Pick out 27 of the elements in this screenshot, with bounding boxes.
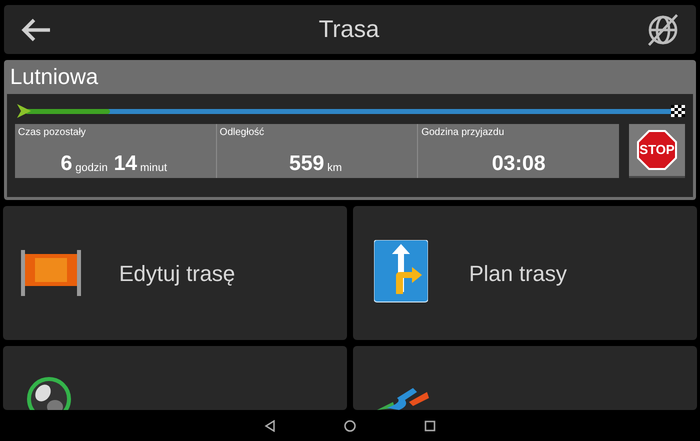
route-name: Lutniowa xyxy=(9,63,100,91)
back-icon[interactable] xyxy=(264,420,276,432)
stop-button[interactable]: STOP xyxy=(629,124,685,178)
recents-icon[interactable] xyxy=(424,420,436,432)
stat-value: 559 xyxy=(289,153,324,174)
stat-value: 6 xyxy=(60,153,72,174)
menu-tile[interactable] xyxy=(3,346,347,410)
stat-unit: km xyxy=(327,163,342,174)
crossed-globe-icon xyxy=(646,12,680,46)
window-title: Trasa xyxy=(318,14,380,44)
start-arrow-icon xyxy=(17,104,31,118)
stat-value: 03:08 xyxy=(492,153,546,174)
stat-label: Godzina przyjazdu xyxy=(421,126,506,140)
barrier-icon xyxy=(21,250,81,296)
stat-unit: minut xyxy=(140,163,168,174)
stat-label: Czas pozostały xyxy=(18,126,87,140)
stat-unit: godzin xyxy=(75,163,108,174)
back-arrow-icon xyxy=(20,16,52,42)
tile-label: Edytuj trasę xyxy=(119,260,236,288)
menu-tile[interactable]: Edytuj trasę xyxy=(3,206,347,340)
tile-label: Plan trasy xyxy=(469,260,567,288)
finish-flag-icon xyxy=(671,105,685,117)
home-icon[interactable] xyxy=(344,420,356,432)
menu-tile[interactable]: Plan trasy xyxy=(353,206,697,340)
stat-label: Odległość xyxy=(220,126,266,140)
stat-value: 14 xyxy=(114,153,138,174)
menu-tile[interactable] xyxy=(353,346,697,410)
